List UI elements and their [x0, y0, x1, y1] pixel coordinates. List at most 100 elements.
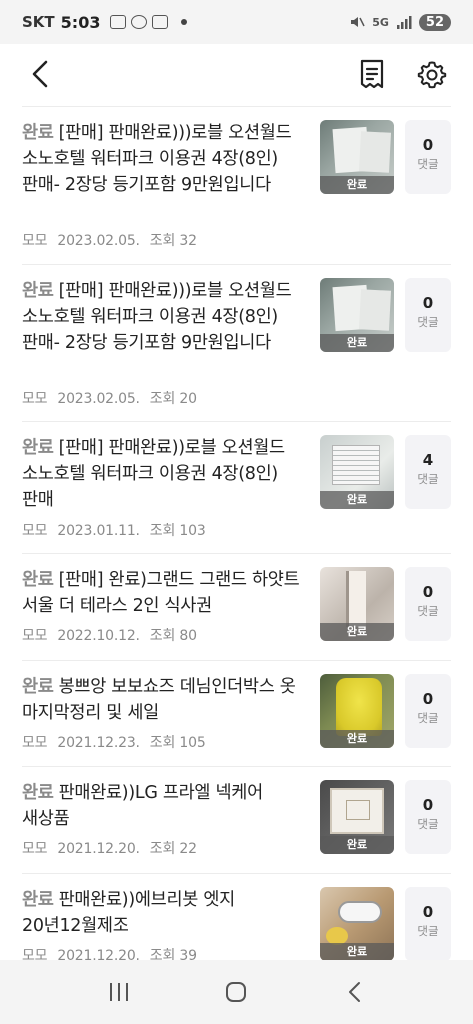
clock: 5:03 — [60, 12, 101, 32]
view-count: 조회 103 — [149, 523, 206, 539]
calendar-notification-icon — [152, 15, 169, 29]
post-thumbnail[interactable]: 완료 — [320, 780, 394, 854]
comment-label: 댓글 — [417, 817, 439, 831]
mute-icon — [351, 17, 365, 27]
author: 모모 — [22, 841, 48, 857]
recents-icon — [109, 983, 128, 1001]
comment-count-box[interactable]: 4 댓글 — [405, 435, 451, 509]
post-meta: 모모 2023.01.11. 조회 103 — [22, 520, 216, 540]
signal-icon — [396, 16, 412, 29]
network-type: 5G — [372, 15, 389, 29]
comment-label: 댓글 — [417, 924, 439, 938]
comment-count-box[interactable]: 0 댓글 — [405, 674, 451, 748]
post-thumbnail[interactable]: 완료 — [320, 887, 394, 960]
memo-list-icon — [360, 59, 384, 89]
post-title-text: [판매] 판매완료)))로블 오션월드 소노호텔 워터파크 이용권 4장(8인)… — [22, 123, 292, 195]
nav-back-icon — [349, 982, 361, 1002]
status-label: 완료 — [22, 677, 54, 697]
post-thumbnail[interactable]: 완료 — [320, 435, 394, 509]
divider — [22, 264, 451, 265]
comment-count-box[interactable]: 0 댓글 — [405, 120, 451, 194]
nav-back-button[interactable] — [334, 972, 374, 1012]
status-label: 완료 — [22, 570, 54, 590]
gear-icon — [417, 61, 447, 89]
comment-count-box[interactable]: 0 댓글 — [405, 278, 451, 352]
sold-badge: 완료 — [320, 943, 394, 960]
sold-badge: 완료 — [320, 176, 394, 194]
post-title[interactable]: 완료 [판매] 판매완료)))로블 오션월드 소노호텔 워터파크 이용권 4장(8… — [22, 278, 304, 356]
list-item[interactable]: 완료 [판매] 판매완료))로블 오션월드 소노호텔 워터파크 이용권 4장(8인… — [0, 421, 473, 553]
author: 모모 — [22, 233, 48, 249]
post-title-text: 봉쁘앙 보보쇼즈 데님인더박스 옷 마지막정리 및 세일 — [22, 677, 296, 723]
author: 모모 — [22, 628, 48, 644]
battery-indicator: 52 — [418, 13, 451, 31]
memo-button[interactable] — [354, 54, 390, 94]
sold-badge: 완료 — [320, 836, 394, 854]
post-thumbnail[interactable]: 완료 — [320, 567, 394, 641]
post-meta: 모모 2021.12.20. 조회 22 — [22, 838, 207, 858]
comment-count: 0 — [422, 294, 434, 312]
thumbnail-image — [358, 131, 392, 173]
view-count: 조회 39 — [149, 948, 197, 960]
comment-count: 0 — [422, 136, 434, 154]
post-title[interactable]: 완료 판매완료))LG 프라엘 넥케어 새상품 — [22, 780, 304, 832]
comment-label: 댓글 — [417, 472, 439, 486]
settings-button[interactable] — [412, 54, 452, 94]
post-title[interactable]: 완료 봉쁘앙 보보쇼즈 데님인더박스 옷 마지막정리 및 세일 — [22, 674, 304, 726]
post-list: 완료 [판매] 판매완료)))로블 오션월드 소노호텔 워터파크 이용권 4장(8… — [0, 106, 473, 960]
comment-count: 0 — [422, 583, 434, 601]
divider — [22, 873, 451, 874]
divider — [22, 553, 451, 554]
comment-count: 4 — [422, 451, 434, 469]
author: 모모 — [22, 391, 48, 407]
status-label: 완료 — [22, 783, 54, 803]
status-label: 완료 — [22, 281, 54, 301]
system-navigation-bar — [0, 960, 473, 1024]
post-thumbnail[interactable]: 완료 — [320, 120, 394, 194]
author: 모모 — [22, 735, 48, 751]
post-title[interactable]: 완료 [판매] 완료)그랜드 그랜드 하얏트 서울 더 테라스 2인 식사권 — [22, 567, 304, 619]
comment-count-box[interactable]: 0 댓글 — [405, 887, 451, 960]
comment-count-box[interactable]: 0 댓글 — [405, 780, 451, 854]
sold-badge: 완료 — [320, 730, 394, 748]
screenshot-notification-icon — [110, 15, 127, 29]
comment-label: 댓글 — [417, 604, 439, 618]
view-count: 조회 22 — [149, 841, 197, 857]
status-bar: SKT 5:03 5G 52 — [0, 0, 473, 44]
post-thumbnail[interactable]: 완료 — [320, 278, 394, 352]
list-item[interactable]: 완료 봉쁘앙 보보쇼즈 데님인더박스 옷 마지막정리 및 세일 모모 2021.12… — [0, 660, 473, 766]
carrier-label: SKT — [22, 13, 55, 31]
post-title[interactable]: 완료 [판매] 판매완료))로블 오션월드 소노호텔 워터파크 이용권 4장(8인… — [22, 435, 304, 513]
author: 모모 — [22, 523, 48, 539]
divider — [22, 660, 451, 661]
view-count: 조회 105 — [149, 735, 206, 751]
home-button[interactable] — [216, 972, 256, 1012]
post-title-text: 판매완료))LG 프라엘 넥케어 새상품 — [22, 783, 263, 829]
post-title-text: [판매] 판매완료))로블 오션월드 소노호텔 워터파크 이용권 4장(8인)판… — [22, 438, 285, 510]
post-meta: 모모 2023.02.05. 조회 20 — [22, 388, 207, 408]
post-meta: 모모 2021.12.23. 조회 105 — [22, 732, 216, 752]
list-item[interactable]: 완료 [판매] 완료)그랜드 그랜드 하얏트 서울 더 테라스 2인 식사권 모모… — [0, 553, 473, 660]
list-item[interactable]: 완료 판매완료))에브리봇 엣지 20년12월제조 모모 2021.12.20. 조회… — [0, 873, 473, 960]
comment-count-box[interactable]: 0 댓글 — [405, 567, 451, 641]
list-item[interactable]: 완료 [판매] 판매완료)))로블 오션월드 소노호텔 워터파크 이용권 4장(8… — [0, 264, 473, 421]
sold-badge: 완료 — [320, 491, 394, 509]
comment-count: 0 — [422, 903, 434, 921]
post-title[interactable]: 완료 [판매] 판매완료)))로블 오션월드 소노호텔 워터파크 이용권 4장(8… — [22, 120, 304, 198]
post-meta: 모모 2023.02.05. 조회 32 — [22, 230, 207, 250]
talk-notification-icon — [131, 15, 148, 29]
view-count: 조회 80 — [149, 628, 197, 644]
post-title[interactable]: 완료 판매완료))에브리봇 엣지 20년12월제조 — [22, 887, 304, 939]
post-thumbnail[interactable]: 완료 — [320, 674, 394, 748]
comment-label: 댓글 — [417, 157, 439, 171]
thumbnail-image — [336, 678, 382, 736]
list-item[interactable]: 완료 판매완료))LG 프라엘 넥케어 새상품 모모 2021.12.20. 조회 2… — [0, 766, 473, 873]
divider — [22, 421, 451, 422]
back-button[interactable] — [22, 54, 58, 94]
list-item[interactable]: 완료 [판매] 판매완료)))로블 오션월드 소노호텔 워터파크 이용권 4장(8… — [0, 106, 473, 264]
post-date: 2021.12.20. — [57, 948, 140, 960]
recents-button[interactable] — [99, 972, 139, 1012]
post-date: 2021.12.23. — [57, 735, 140, 751]
thumbnail-image — [332, 445, 380, 485]
post-title-text: [판매] 판매완료)))로블 오션월드 소노호텔 워터파크 이용권 4장(8인)… — [22, 281, 292, 353]
